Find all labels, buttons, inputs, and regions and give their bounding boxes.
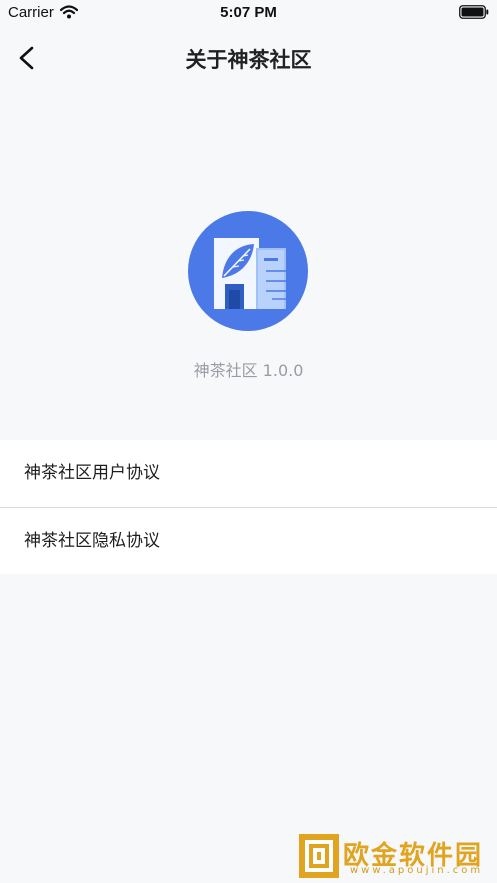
page-title: 关于神茶社区 xyxy=(185,48,312,72)
status-bar: Carrier 5:07 PM xyxy=(0,0,497,26)
app-logo xyxy=(188,211,308,331)
watermark: 欧金软件园 www.apoujin.com xyxy=(298,833,494,881)
back-button[interactable] xyxy=(12,41,44,75)
privacy-agreement-item[interactable]: 神茶社区隐私协议 xyxy=(0,507,497,574)
navigation-bar: 关于神茶社区 xyxy=(0,26,497,90)
status-time: 5:07 PM xyxy=(220,4,277,21)
app-version-label: 神茶社区 1.0.0 xyxy=(193,361,304,380)
user-agreement-item[interactable]: 神茶社区用户协议 xyxy=(0,440,497,507)
agreement-list: 神茶社区用户协议 神茶社区隐私协议 xyxy=(0,440,497,574)
chevron-left-icon xyxy=(19,46,34,70)
watermark-url: www.apoujin.com xyxy=(350,865,484,876)
app-logo-icon xyxy=(188,211,308,331)
watermark-logo-icon xyxy=(299,834,339,878)
battery-icon xyxy=(459,5,489,23)
